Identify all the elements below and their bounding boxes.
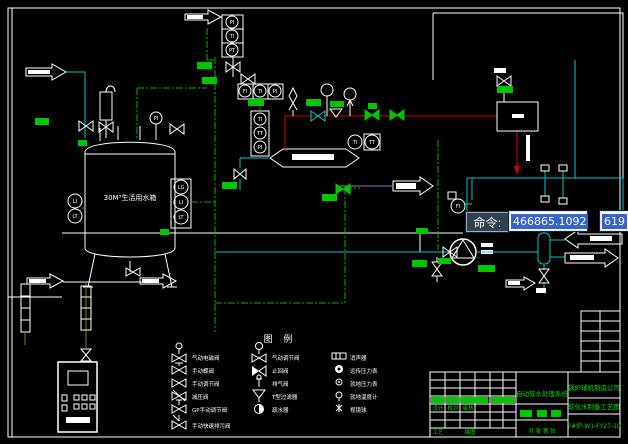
instrument-stack-top: PI TI PT bbox=[222, 15, 255, 84]
company-name: 锅炉辅机制造公司 bbox=[568, 383, 620, 392]
legend-item: 手动调节阀 bbox=[192, 380, 220, 388]
gauge-pi-label: PI bbox=[154, 116, 159, 122]
cad-canvas[interactable]: 30M³生活用水箱 PI LI LT LG LI LT bbox=[0, 0, 628, 444]
command-prompt-box[interactable]: 命令: bbox=[466, 212, 509, 232]
legend-item: 排气阀 bbox=[272, 380, 289, 388]
legend-item: 疏水器 bbox=[272, 406, 289, 414]
legend-symbols-col1 bbox=[172, 343, 186, 429]
drawing-number: 7#炉-W1-FY27-10 bbox=[567, 422, 621, 430]
softener-column bbox=[536, 226, 565, 293]
sign-label: 审核 bbox=[462, 404, 474, 412]
pi-top: PI bbox=[230, 20, 235, 26]
pi-mid: PI bbox=[273, 89, 278, 95]
title-block: 设计 校对 审核 工艺 描图 自动软水处理系统 共 张 第 张 锅炉辅机制造公司… bbox=[430, 372, 621, 437]
command-input-secondary-value: 619 bbox=[602, 214, 627, 229]
pt-top: PT bbox=[229, 48, 236, 54]
legend-item: 减压阀 bbox=[192, 393, 209, 401]
trace-label: 描图 bbox=[464, 428, 476, 436]
li-bubble: LI bbox=[73, 199, 77, 205]
flow-arrow-inlet-top bbox=[26, 64, 66, 80]
flow-arrow-drain bbox=[506, 277, 535, 290]
legend-item: 远传压力表 bbox=[350, 367, 378, 375]
legend-item: 手动蝶阀 bbox=[192, 367, 214, 375]
pi-stack: PI bbox=[258, 145, 263, 151]
legend-item: 止回阀 bbox=[272, 367, 289, 375]
legend-title: 图 例 bbox=[264, 333, 297, 345]
lg-bubble: LG bbox=[178, 185, 185, 191]
drawing-title: 软化水制备工艺图 bbox=[568, 402, 620, 411]
tt-hx: TT bbox=[368, 140, 376, 146]
storage-tank: 30M³生活用水箱 bbox=[83, 126, 177, 287]
tt-stack: TT bbox=[256, 131, 264, 137]
legend-item: 消声器 bbox=[350, 354, 367, 362]
sign-label: 设计 bbox=[432, 404, 444, 412]
level-instruments-right: LG LI LT bbox=[171, 179, 215, 228]
revision-grid bbox=[581, 311, 620, 372]
transfer-pump bbox=[215, 239, 538, 282]
hx-temperature-instruments: TI TT bbox=[348, 134, 380, 150]
flow-arrow-out-right bbox=[565, 249, 618, 267]
flow-arrow-return-left bbox=[565, 230, 622, 248]
level-instruments-left: LI LT bbox=[68, 194, 85, 223]
flow-arrows bbox=[26, 10, 622, 290]
steam-distribution-box bbox=[494, 68, 538, 161]
tank-pressure-gauge: PI bbox=[150, 112, 184, 140]
ti-hx: TI bbox=[352, 140, 358, 146]
sheet-info: 共 张 第 张 bbox=[528, 427, 556, 435]
steam-line bbox=[285, 84, 520, 175]
legend-item: 气动调节阀 bbox=[272, 354, 300, 362]
command-input-secondary[interactable]: 619 bbox=[600, 211, 628, 231]
flow-arrow-mid-right bbox=[393, 177, 433, 195]
legend-item: GP手动调节阀 bbox=[192, 406, 227, 414]
command-prompt-label: 命令: bbox=[473, 214, 501, 231]
fi-bubble: FI bbox=[456, 204, 460, 210]
chemical-dosing bbox=[21, 283, 91, 361]
lt2-bubble: LT bbox=[178, 215, 184, 221]
li2-bubble: LI bbox=[179, 200, 183, 206]
dosing-pot bbox=[99, 86, 115, 138]
fi-mid: FI bbox=[243, 89, 247, 95]
ti-top: TI bbox=[229, 34, 235, 40]
legend-symbols-col3 bbox=[332, 353, 346, 412]
command-input-main-value: 466865.1092 bbox=[511, 214, 588, 229]
heat-exchanger bbox=[234, 149, 359, 190]
legend-symbols-col2 bbox=[252, 343, 266, 414]
sign-label: 校对 bbox=[447, 404, 459, 412]
ti-stack: TI bbox=[257, 117, 263, 123]
command-input-main[interactable]: 466865.1092 bbox=[509, 211, 587, 231]
right-water-tank: FI bbox=[448, 60, 623, 231]
legend-item: 就地压力表 bbox=[350, 380, 378, 388]
control-cabinet bbox=[58, 362, 97, 432]
tank-label: 30M³生活用水箱 bbox=[104, 193, 157, 202]
project-name: 自动软水处理系统 bbox=[516, 389, 569, 398]
inlet-line bbox=[66, 72, 93, 138]
legend-item: T型过滤器 bbox=[271, 393, 298, 401]
legend-item: 气动电磁阀 bbox=[192, 354, 220, 362]
flow-arrow-top-mid bbox=[185, 10, 221, 24]
legend-item: 手动快速排污阀 bbox=[192, 422, 231, 430]
process-label: 工艺 bbox=[432, 429, 444, 436]
ti-mid: TI bbox=[257, 89, 263, 95]
flow-arrow-left-a bbox=[27, 274, 63, 288]
instrument-row-mid: FI TI PI TI TT PI bbox=[238, 84, 283, 156]
legend-item: 视镜球 bbox=[350, 406, 367, 414]
legend: 图 例 气动电磁阀 手动蝶阀 手动调节阀 减压阀 GP手动调节阀 手动快速排污阀… bbox=[172, 333, 378, 430]
lt-bubble: LT bbox=[72, 214, 78, 220]
legend-item: 就地温度计 bbox=[350, 393, 378, 401]
